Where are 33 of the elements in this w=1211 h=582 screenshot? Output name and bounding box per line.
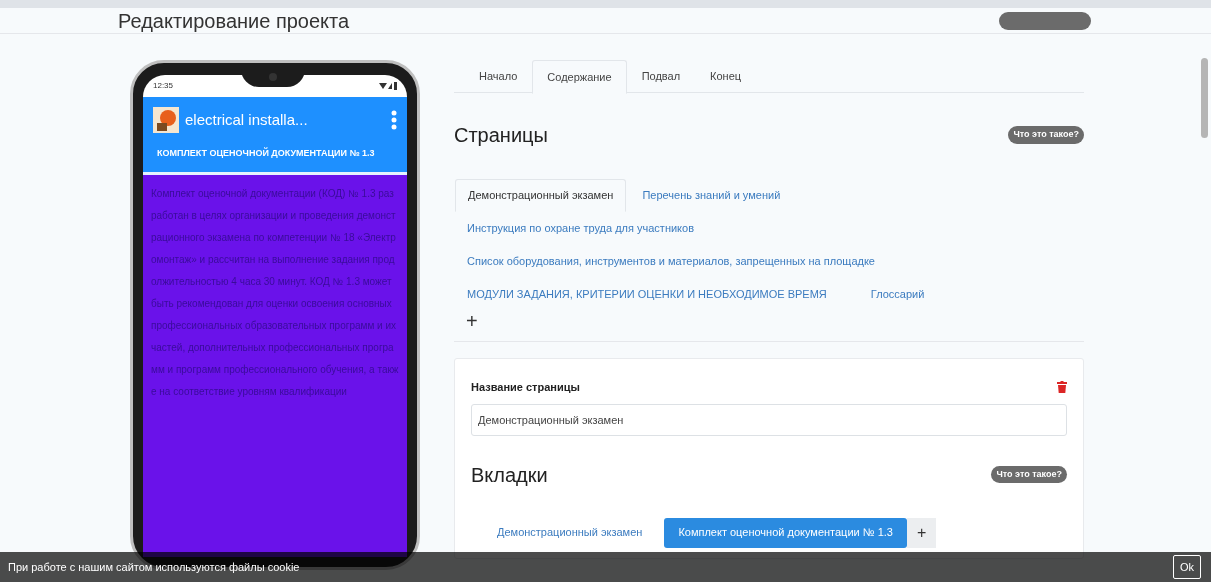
content-tab[interactable]: Комплект оценочной документации № 1.3 (664, 517, 907, 548)
page-title: Редактирование проекта (118, 10, 350, 31)
add-page-button[interactable]: + (466, 311, 478, 331)
page-tab[interactable]: Демонстрационный экзамен (455, 179, 627, 212)
body-text: Комплект оценочной документации (КОД) № 1.3 разработан в целях организации и проведения демонстрационного экзамена по компетенции № 18 «Электромонтаж» и рассчитан на выполнение задания продолжительностью 4 часа 30 минут. КОД № 1.3 может быть рекомендован для оценки освоения основных профессиональных образовательных программ и их частей, дополнительных профессиональных программ и программ профессионального обучения, а также на соответствие уровням квалификации (151, 187, 399, 399)
ok-button[interactable]: Ok (1172, 554, 1201, 580)
more-icon[interactable] (391, 110, 397, 130)
tab[interactable]: Содержание (532, 60, 627, 94)
trash-icon[interactable] (1057, 381, 1067, 394)
add-tab-button[interactable]: + (906, 517, 937, 548)
page-tab[interactable]: Перечень знаний и умений (630, 179, 793, 212)
page-name-input[interactable]: Демонстрационный экзамен (471, 403, 1067, 436)
page-tab[interactable]: Список оборудования, инструментов и материалов, запрещенных на площадке (455, 245, 887, 278)
tab[interactable]: Начало (464, 60, 533, 93)
section-heading: Страницы (454, 123, 548, 148)
section-heading: Вкладки (471, 462, 548, 488)
status-time: 12:35 (153, 80, 174, 92)
tab[interactable]: Конец (695, 60, 757, 93)
page-tab[interactable]: Глоссарий (858, 278, 937, 311)
scrollbar[interactable] (1201, 58, 1208, 138)
cookie-notice: При работе с нашим сайтом используются файлы cookie (8, 559, 300, 575)
help-badge[interactable]: Что это такое? (1008, 126, 1084, 144)
app-title: electrical installa... (185, 109, 309, 130)
tab[interactable]: Подвал (626, 60, 696, 93)
app-logo-icon (153, 107, 179, 133)
field-label: Название страницы (471, 380, 580, 395)
content-tab[interactable]: Демонстрационный экзамен (483, 517, 657, 548)
help-badge[interactable]: Что это такое? (991, 465, 1067, 484)
page-tab[interactable]: МОДУЛИ ЗАДАНИЯ, КРИТЕРИИ ОЦЕНКИ И НЕОБХОДИМОЕ ВРЕМЯ (455, 278, 839, 311)
section-title[interactable]: КОМПЛЕКТ ОЦЕНОЧНОЙ ДОКУМЕНТАЦИИ № 1.3 (157, 146, 375, 161)
page-tab[interactable]: Инструкция по охране труда для участников (455, 212, 706, 245)
status-icons (379, 82, 397, 90)
header-button[interactable] (999, 11, 1091, 30)
